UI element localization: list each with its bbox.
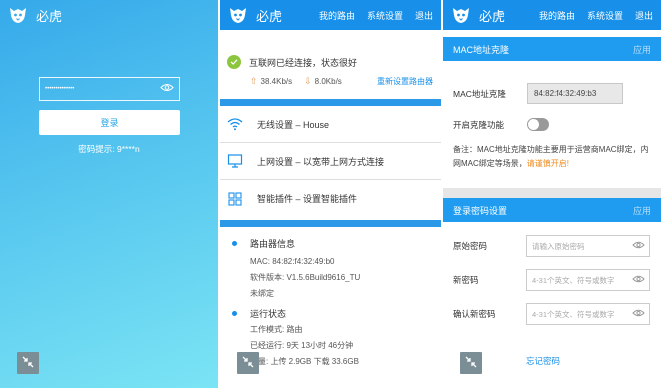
menu-item-plugins[interactable]: 智能插件 – 设置智能插件	[220, 180, 441, 217]
menu-item-label: 无线设置 – House	[257, 119, 330, 130]
wifi-icon	[227, 116, 243, 132]
login-panel: 必虎 •••••••••••••• 登录 密码提示: 9****n	[0, 0, 218, 388]
nav-system-settings[interactable]: 系统设置	[587, 9, 623, 22]
reset-router-link[interactable]: 重新设置路由器	[377, 76, 433, 87]
upload-speed: 38.4Kb/s	[260, 77, 293, 86]
old-password-input[interactable]: 请输入原始密码	[526, 235, 650, 257]
run-state-title: 运行状态	[250, 309, 287, 319]
nav-logout[interactable]: 退出	[415, 9, 433, 22]
tiger-logo-icon	[8, 5, 28, 25]
toggle-knob	[528, 119, 539, 130]
section-gap	[443, 188, 661, 198]
shrink-button[interactable]	[17, 352, 39, 374]
clone-enable-label: 开启克隆功能	[453, 119, 505, 130]
nav-my-router[interactable]: 我的路由	[319, 9, 355, 22]
download-speed: 8.0Kb/s	[314, 77, 342, 86]
shrink-button[interactable]	[237, 352, 259, 374]
router-info-header: 路由器信息	[220, 237, 441, 250]
login-password-apply-button[interactable]: 应用	[633, 204, 651, 217]
monitor-icon	[227, 153, 243, 169]
old-password-placeholder: 请输入原始密码	[532, 241, 585, 251]
collapse-arrows-icon	[241, 355, 255, 371]
divider-bar	[220, 99, 441, 106]
menu-item-wireless[interactable]: 无线设置 – House	[220, 106, 441, 143]
confirm-password-label: 确认新密码	[453, 309, 496, 319]
confirm-password-placeholder: 4-31个英文、符号或数字	[532, 309, 615, 319]
eye-icon[interactable]	[632, 241, 645, 251]
bullet-dot	[232, 241, 237, 246]
mac-value-field: 84:82:f4:32:49:b3	[527, 83, 623, 104]
mac-clone-apply-button[interactable]: 应用	[633, 43, 651, 56]
check-icon	[227, 55, 241, 69]
password-hint: 密码提示: 9****n	[78, 144, 140, 154]
password-value: ••••••••••••••	[45, 86, 75, 92]
tiger-logo-icon	[228, 5, 248, 25]
app-title: 必虎	[36, 8, 63, 24]
download-arrow-icon: ⇩	[304, 76, 312, 86]
divider-bar	[220, 220, 441, 227]
status-topbar: 必虎 我的路由 系统设置 退出	[220, 0, 441, 30]
old-password-row: 原始密码 请输入原始密码	[443, 235, 661, 257]
menu-item-label: 智能插件 – 设置智能插件	[257, 194, 358, 204]
new-password-placeholder: 4-31个英文、符号或数字	[532, 275, 615, 285]
settings-topbar: 必虎 我的路由 系统设置 退出	[443, 0, 661, 30]
connection-status-text: 互联网已经连接，状态很好	[249, 57, 358, 68]
new-password-label: 新密码	[453, 275, 479, 285]
eye-icon[interactable]	[632, 275, 645, 285]
router-binding: 未绑定	[250, 289, 274, 298]
bullet-dot	[232, 311, 237, 316]
login-topbar: 必虎	[0, 0, 218, 30]
confirm-password-row: 确认新密码 4-31个英文、符号或数字	[443, 303, 661, 325]
nav-logout[interactable]: 退出	[635, 9, 653, 22]
mac-clone-title: MAC地址克隆	[453, 44, 509, 55]
note-warning: 请谨慎开启!	[526, 159, 570, 168]
mac-clone-note: 备注：MAC地址克隆功能主要用于运营商MAC绑定，内网MAC绑定等场景，请谨慎开…	[443, 143, 661, 171]
connection-status: 互联网已经连接，状态很好	[220, 30, 441, 69]
confirm-password-input[interactable]: 4-31个英文、符号或数字	[526, 303, 650, 325]
work-mode: 工作模式: 路由	[250, 325, 303, 334]
clone-toggle-row: 开启克隆功能	[443, 118, 661, 131]
mac-label: MAC地址克隆	[453, 88, 506, 99]
collapse-arrows-icon	[21, 355, 35, 371]
mac-clone-header: MAC地址克隆 应用	[443, 37, 661, 61]
upload-arrow-icon: ⇧	[250, 76, 258, 86]
router-firmware: 软件版本: V1.5.6Build9616_TU	[250, 273, 361, 282]
login-password-title: 登录密码设置	[453, 205, 508, 216]
nav-system-settings[interactable]: 系统设置	[367, 9, 403, 22]
mac-value-row: MAC地址克隆 84:82:f4:32:49:b3	[443, 83, 661, 104]
tiger-logo-icon	[451, 5, 471, 25]
collapse-arrows-icon	[464, 355, 478, 371]
new-password-input[interactable]: 4-31个英文、符号或数字	[526, 269, 650, 291]
grid-icon	[227, 191, 243, 207]
forgot-password-wrap: 忘记密码	[526, 355, 560, 367]
app-title: 必虎	[256, 8, 283, 24]
login-button[interactable]: 登录	[39, 110, 180, 135]
clone-toggle[interactable]	[527, 118, 549, 131]
top-nav: 我的路由 系统设置 退出	[539, 9, 653, 22]
top-nav: 我的路由 系统设置 退出	[319, 9, 433, 22]
menu-item-internet[interactable]: 上网设置 – 以宽带上网方式连接	[220, 143, 441, 180]
old-password-label: 原始密码	[453, 241, 488, 251]
settings-panel: 必虎 我的路由 系统设置 退出 MAC地址克隆 应用 MAC地址克隆 84:82…	[443, 0, 661, 388]
status-panel: 必虎 我的路由 系统设置 退出 互联网已经连接，状态很好 ⇧ 38.4Kb/s …	[220, 0, 441, 388]
shrink-button[interactable]	[460, 352, 482, 374]
app-title: 必虎	[479, 8, 506, 24]
eye-icon[interactable]	[632, 309, 645, 319]
eye-icon[interactable]	[160, 83, 174, 95]
run-state-header: 运行状态	[220, 307, 441, 320]
router-info-title: 路由器信息	[250, 239, 296, 249]
forgot-password-link[interactable]: 忘记密码	[526, 356, 560, 366]
router-info-section: 路由器信息 MAC: 84:82:f4:32:49:b0 软件版本: V1.5.…	[220, 227, 441, 370]
login-password-header: 登录密码设置 应用	[443, 198, 661, 222]
password-input[interactable]: ••••••••••••••	[39, 77, 180, 101]
new-password-row: 新密码 4-31个英文、符号或数字	[443, 269, 661, 291]
router-mac: MAC: 84:82:f4:32:49:b0	[250, 257, 335, 266]
nav-my-router[interactable]: 我的路由	[539, 9, 575, 22]
menu-item-label: 上网设置 – 以宽带上网方式连接	[257, 156, 385, 167]
speed-row: ⇧ 38.4Kb/s ⇩ 8.0Kb/s 重新设置路由器	[220, 69, 441, 87]
